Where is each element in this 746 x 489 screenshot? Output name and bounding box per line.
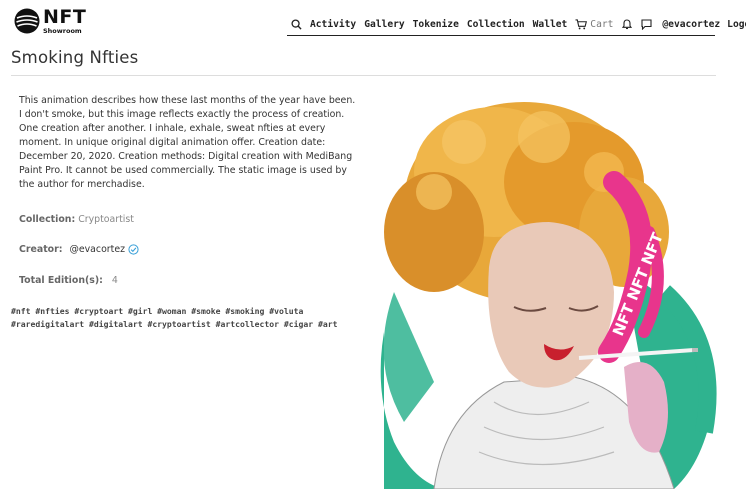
cart-label: Cart (590, 19, 614, 30)
creator-row: Creator: @evacortez (19, 244, 139, 255)
collection-row: Collection: Cryptoartist (19, 214, 134, 225)
chat-icon[interactable] (641, 17, 652, 33)
creator-link[interactable]: @evacortez (69, 244, 125, 255)
logo-title: NFT (43, 6, 87, 28)
nav-gallery[interactable]: Gallery (364, 19, 404, 30)
title-divider (11, 75, 716, 76)
search-icon[interactable] (291, 17, 302, 33)
nav-wallet[interactable]: Wallet (533, 19, 568, 30)
hashtags-line-1: #nft #nfties #cryptoart #girl #woman #sm… (11, 306, 304, 316)
collection-label: Collection: (19, 214, 76, 225)
top-nav: Activity Gallery Tokenize Collection Wal… (287, 14, 746, 36)
artwork-description: This animation describes how these last … (19, 95, 356, 190)
page-title: Smoking Nfties (11, 48, 139, 67)
hashtags-line-2: #raredigitalart #digitalart #cryptoartis… (11, 319, 338, 329)
creator-label: Creator: (19, 244, 63, 255)
verified-icon (128, 244, 139, 255)
bell-icon[interactable] (622, 17, 633, 33)
nav-collection[interactable]: Collection (467, 19, 525, 30)
logo[interactable]: NFT Showroom (14, 8, 86, 35)
collection-link[interactable]: Cryptoartist (78, 214, 134, 225)
artwork-illustration: NFT NFT NFT (380, 102, 717, 489)
cart-icon (575, 19, 588, 30)
editions-value: 4 (111, 275, 118, 286)
nav-activity[interactable]: Activity (310, 19, 356, 30)
nav-username[interactable]: @evacortez (662, 19, 720, 30)
nav-logout[interactable]: Logout (727, 19, 746, 30)
logo-globe-icon (14, 8, 40, 34)
nav-cart[interactable]: Cart (575, 19, 613, 30)
artwork-image[interactable]: NFT NFT NFT (374, 82, 720, 489)
editions-label: Total Edition(s): (19, 275, 103, 286)
editions-row: Total Edition(s): 4 (19, 275, 118, 286)
nav-tokenize[interactable]: Tokenize (413, 19, 459, 30)
logo-subtitle: Showroom (43, 27, 82, 35)
hashtags: #nft #nfties #cryptoart #girl #woman #sm… (11, 305, 351, 331)
